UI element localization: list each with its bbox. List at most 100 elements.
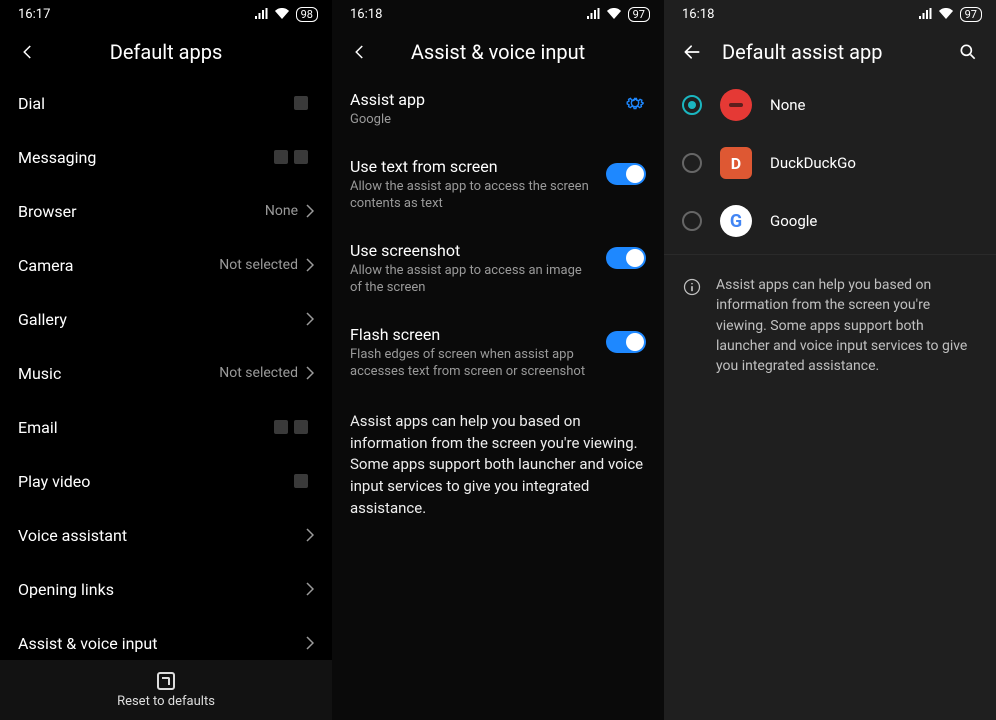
default-app-row[interactable]: Voice assistant [0,508,332,562]
phone-default-assist-app: 16:18 97 Default assist app None D DuckDuc… [664,0,996,720]
phone-assist-voice-input: 16:18 97 Assist & voice input Assist app… [332,0,664,720]
signal-icon [586,8,600,20]
chevron-right-icon [306,204,314,218]
wifi-icon [938,8,954,20]
wifi-icon [274,8,290,20]
row-label: Messaging [18,148,274,167]
status-time: 16:18 [682,7,714,22]
app-icon-placeholder [294,474,308,488]
row-label: Opening links [18,580,306,599]
toggle-switch[interactable] [606,247,646,269]
page-title: Default apps [46,40,286,64]
battery-icon: 97 [628,7,650,22]
setting-title: Use text from screen [350,157,592,176]
titlebar: Assist & voice input [332,28,664,76]
assist-option-row[interactable]: G Google [664,192,996,250]
toggle-switch[interactable] [606,163,646,185]
titlebar: Default apps [0,28,332,76]
search-button[interactable] [950,34,986,70]
default-app-row[interactable]: Email [0,400,332,454]
chevron-right-icon [306,366,314,380]
back-button[interactable] [674,34,710,70]
status-time: 16:17 [18,7,50,22]
setting-title: Assist app [350,90,610,109]
default-app-row[interactable]: Opening links [0,562,332,616]
signal-icon [254,8,268,20]
default-app-row[interactable]: Dial [0,76,332,130]
chevron-right-icon [306,528,314,542]
default-app-row[interactable]: Messaging [0,130,332,184]
back-button[interactable] [342,34,378,70]
chevron-right-icon [306,258,314,272]
default-app-row[interactable]: Assist & voice input [0,616,332,660]
app-icon-placeholder [274,150,308,164]
chevron-right-icon [306,636,314,650]
wifi-icon [606,8,622,20]
row-label: Email [18,418,274,437]
radio-button[interactable] [682,153,702,173]
row-label: Assist & voice input [18,634,306,653]
default-apps-list: DialMessagingBrowserNoneCameraNot select… [0,76,332,660]
assist-option-row[interactable]: None [664,76,996,134]
back-button[interactable] [10,34,46,70]
row-value: None [265,203,298,219]
radio-button[interactable] [682,211,702,231]
info-icon [682,277,702,376]
app-icon-none [720,89,752,121]
chevron-right-icon [306,312,314,326]
footer-label: Reset to defaults [117,694,215,709]
setting-subtitle: Allow the assist app to access the scree… [350,178,592,213]
setting-row[interactable]: Assist app Google [332,76,664,143]
toggle-switch[interactable] [606,331,646,353]
default-app-row[interactable]: BrowserNone [0,184,332,238]
signal-icon [918,8,932,20]
row-label: Dial [18,94,294,113]
row-label: Browser [18,202,265,221]
app-icon-ddg: D [720,147,752,179]
row-label: Play video [18,472,294,491]
phone-default-apps: 16:17 98 Default apps Dial Messaging Brows… [0,0,332,720]
page-title: Default assist app [722,40,950,64]
row-label: Camera [18,256,219,275]
option-name: Google [770,212,817,230]
setting-title: Use screenshot [350,241,592,260]
setting-row[interactable]: Flash screen Flash edges of screen when a… [332,311,664,395]
info-text: Assist apps can help you based on inform… [716,275,978,376]
info-section: Assist apps can help you based on inform… [664,259,996,392]
default-app-row[interactable]: Play video [0,454,332,508]
assist-option-row[interactable]: D DuckDuckGo [664,134,996,192]
default-app-row[interactable]: Gallery [0,292,332,346]
default-app-row[interactable]: CameraNot selected [0,238,332,292]
app-icon-placeholder [294,96,308,110]
default-app-row[interactable]: MusicNot selected [0,346,332,400]
app-icon-google: G [720,205,752,237]
row-label: Music [18,364,219,383]
battery-icon: 97 [960,7,982,22]
chevron-right-icon [306,582,314,596]
status-bar: 16:18 97 [664,0,996,28]
assist-app-options: None D DuckDuckGo G Google Assist apps can he… [664,76,996,720]
setting-title: Flash screen [350,325,592,344]
row-label: Voice assistant [18,526,306,545]
option-name: DuckDuckGo [770,154,856,172]
setting-subtitle: Google [350,111,610,129]
page-title: Assist & voice input [378,40,618,64]
info-text: Assist apps can help you based on inform… [332,395,664,536]
row-label: Gallery [18,310,306,329]
option-name: None [770,96,806,114]
reset-defaults-button[interactable]: Reset to defaults [0,660,332,720]
status-time: 16:18 [350,7,382,22]
reset-icon [157,672,175,690]
gear-icon[interactable] [624,92,646,114]
setting-row[interactable]: Use screenshot Allow the assist app to ac… [332,227,664,311]
titlebar: Default assist app [664,28,996,76]
setting-row[interactable]: Use text from screen Allow the assist app… [332,143,664,227]
radio-button[interactable] [682,95,702,115]
setting-subtitle: Allow the assist app to access an image … [350,262,592,297]
setting-subtitle: Flash edges of screen when assist app ac… [350,346,592,381]
status-bar: 16:17 98 [0,0,332,28]
app-icon-placeholder [274,420,308,434]
assist-settings-list: Assist app Google Use text from screen Allo… [332,76,664,720]
divider [664,254,996,255]
status-bar: 16:18 97 [332,0,664,28]
